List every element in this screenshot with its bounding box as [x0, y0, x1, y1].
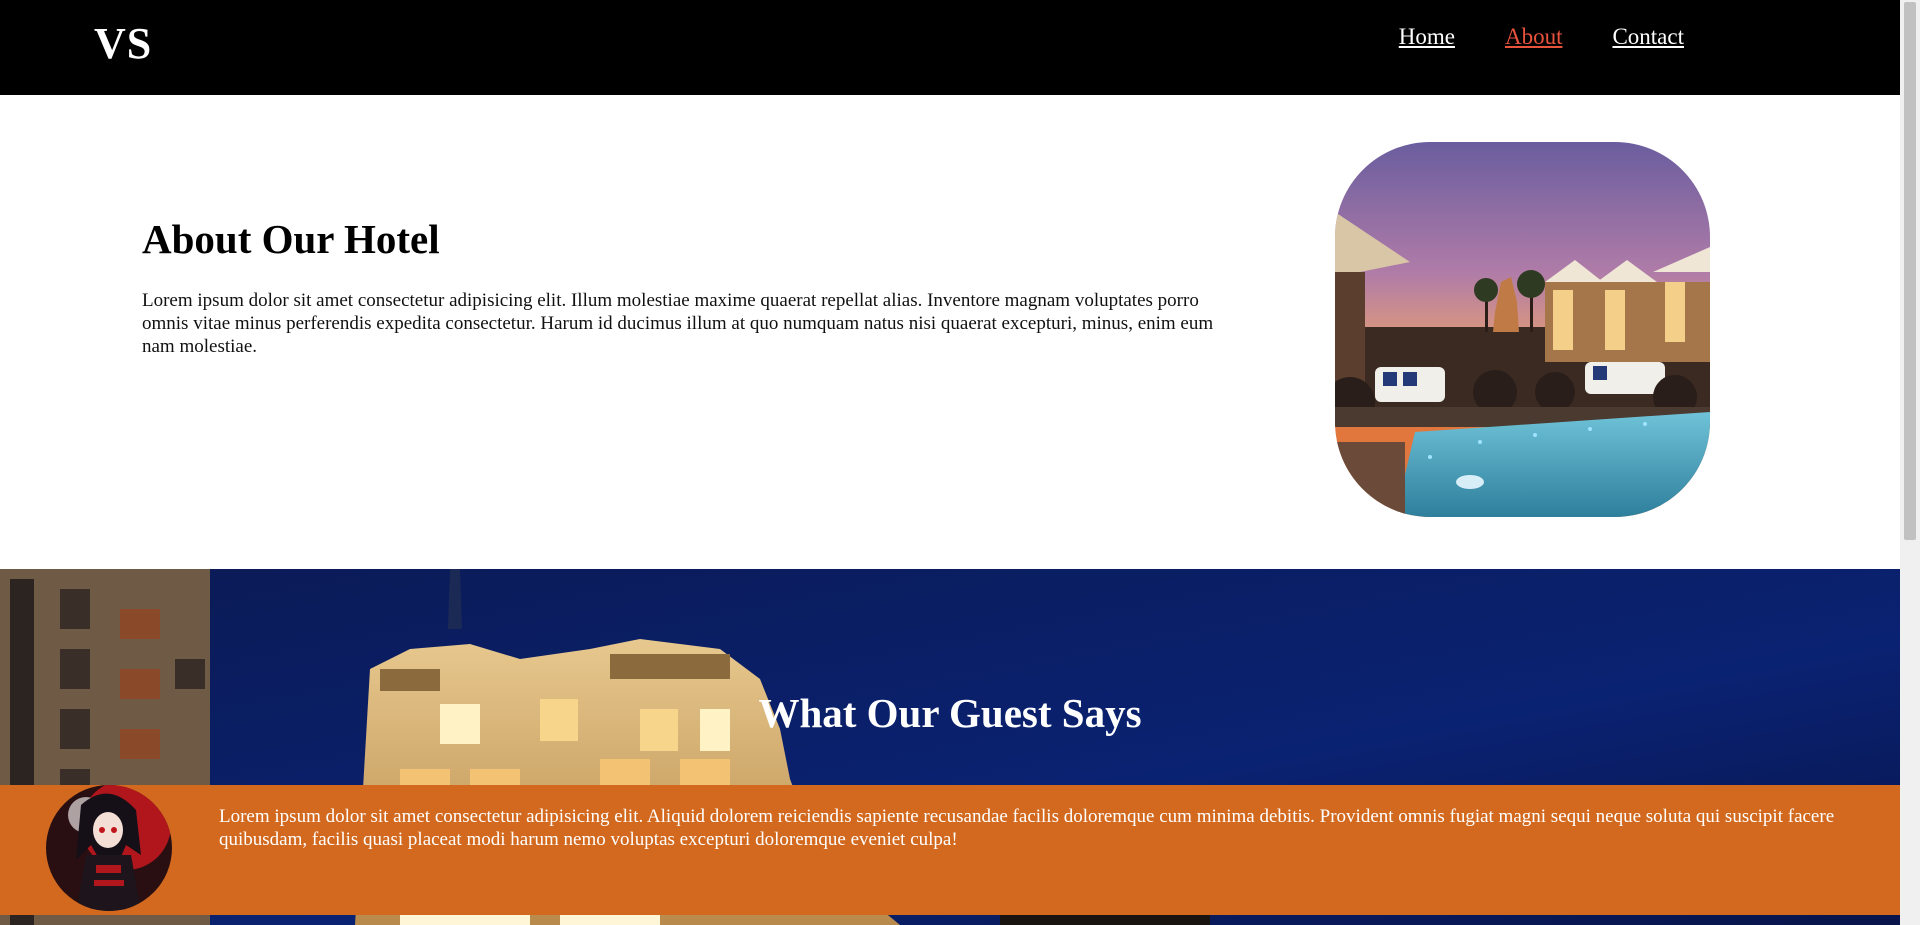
- testimonial-quote: Lorem ipsum dolor sit amet consectetur a…: [219, 806, 1835, 850]
- hotel-pool-image: [1335, 142, 1710, 517]
- vertical-scrollbar[interactable]: [1900, 0, 1920, 925]
- main-nav: Home About Contact: [1399, 24, 1684, 50]
- nav-link-home[interactable]: Home: [1399, 24, 1455, 50]
- guest-avatar: [46, 785, 172, 911]
- about-title: About Our Hotel: [142, 216, 440, 262]
- scrollbar-thumb[interactable]: [1904, 2, 1916, 540]
- page: VS Home About Contact About Our Hotel Lo…: [0, 0, 1920, 925]
- site-header: VS Home About Contact: [0, 0, 1900, 95]
- nav-link-contact[interactable]: Contact: [1612, 24, 1684, 50]
- testimonial-heading: What Our Guest Says: [758, 690, 1142, 736]
- testimonial-card: Lorem ipsum dolor sit amet consectetur a…: [0, 785, 1900, 915]
- about-section: About Our Hotel Lorem ipsum dolor sit am…: [0, 95, 1900, 569]
- testimonial-section: What Our Guest Says Lorem ipsum dolor si…: [0, 569, 1900, 925]
- site-logo[interactable]: VS: [94, 18, 152, 69]
- nav-link-about[interactable]: About: [1505, 24, 1563, 50]
- about-description: Lorem ipsum dolor sit amet consectetur a…: [142, 290, 1214, 357]
